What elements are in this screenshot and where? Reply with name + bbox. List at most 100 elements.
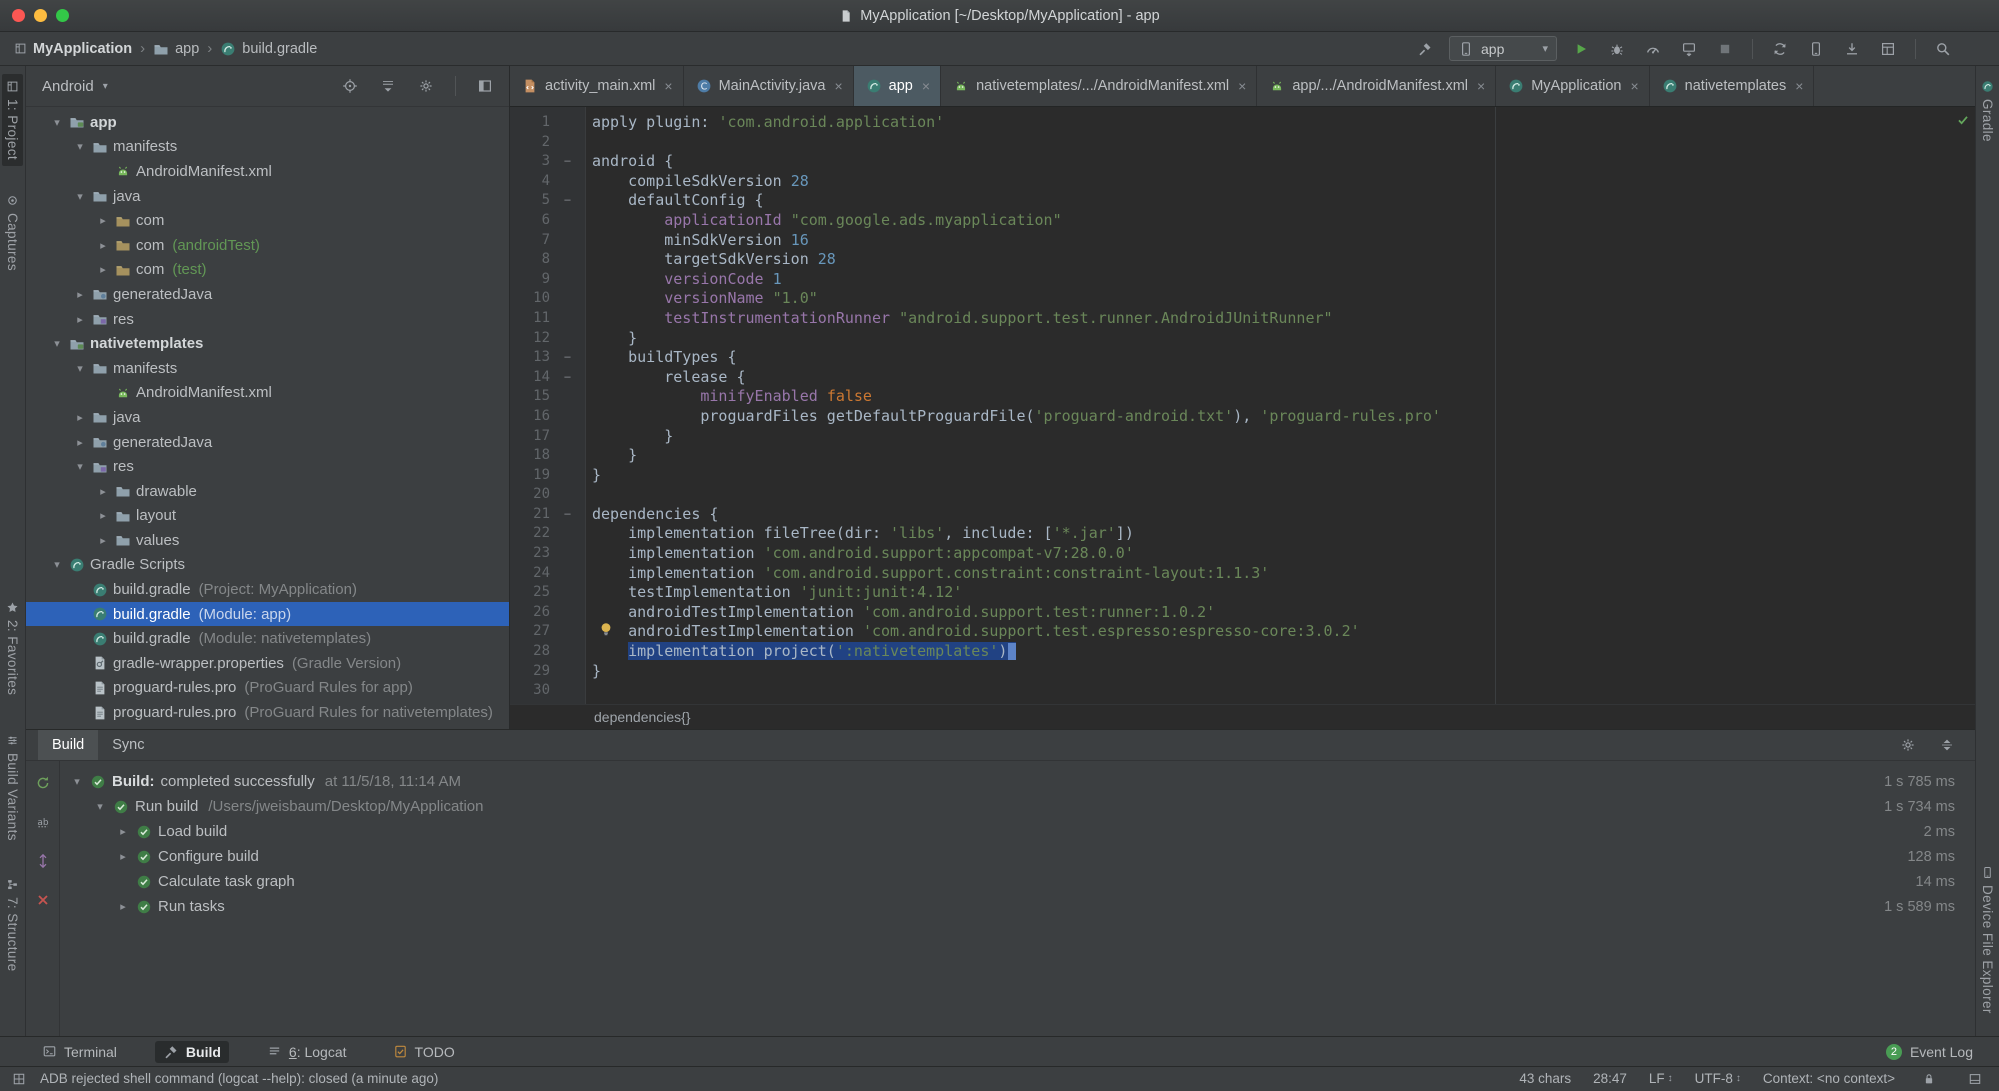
sdk-manager-button[interactable] xyxy=(1840,37,1864,61)
code-line[interactable]: dependencies { xyxy=(592,505,1975,525)
chevron-right-icon[interactable]: ▸ xyxy=(96,263,110,276)
profile-button[interactable] xyxy=(1641,37,1665,61)
editor-tab-app-androidmanifest-xml[interactable]: app/.../AndroidManifest.xml × xyxy=(1257,66,1497,106)
chevron-right-icon[interactable]: ▸ xyxy=(73,411,87,424)
tree-row-generatedjava[interactable]: ▸ generatedJava xyxy=(26,282,509,307)
read-lock-toggle[interactable] xyxy=(1917,1067,1941,1091)
editor-tab-nativetemplates-androidmanifest-xml[interactable]: nativetemplates/.../AndroidManifest.xml × xyxy=(941,66,1258,106)
build-tree-row[interactable]: ▾ Run build/Users/jweisbaum/Desktop/MyApp… xyxy=(60,794,1975,819)
build-tree-row[interactable]: ▸ Configure build 128 ms xyxy=(60,844,1975,869)
tree-row-java[interactable]: ▾ java xyxy=(26,184,509,209)
toolwindow-button-todo[interactable]: TODO xyxy=(385,1041,463,1063)
code-line[interactable]: proguardFiles getDefaultProguardFile('pr… xyxy=(592,407,1975,427)
code-line[interactable]: implementation 'com.android.support.cons… xyxy=(592,564,1975,584)
breadcrumb-item-myapplication[interactable]: MyApplication xyxy=(14,41,132,57)
chevron-down-icon[interactable]: ▾ xyxy=(73,190,87,203)
close-tab-icon[interactable]: × xyxy=(1477,78,1485,94)
code-line[interactable]: implementation fileTree(dir: 'libs', inc… xyxy=(592,524,1975,544)
status-item-lf[interactable]: LF ↕ xyxy=(1649,1071,1673,1086)
code-line[interactable]: implementation project(':nativetemplates… xyxy=(592,642,1975,662)
chevron-right-icon[interactable]: ▸ xyxy=(73,436,87,449)
chevron-down-icon[interactable]: ▾ xyxy=(50,337,64,350)
code-line[interactable]: } xyxy=(592,427,1975,447)
tree-row-values[interactable]: ▸ values xyxy=(26,528,509,553)
close-tab-icon[interactable]: × xyxy=(1630,78,1638,94)
tree-row-com-androidtest[interactable]: ▸ com (androidTest) xyxy=(26,233,509,258)
toolwindow-button-6-logcat[interactable]: 6: Logcat xyxy=(259,1041,355,1063)
code-line[interactable] xyxy=(592,133,1975,153)
breadcrumb-item-build-gradle[interactable]: build.gradle xyxy=(220,41,317,57)
chevron-down-icon[interactable]: ▾ xyxy=(50,116,64,129)
close-tab-icon[interactable]: × xyxy=(664,78,672,94)
collapse-all-button[interactable] xyxy=(1935,733,1959,757)
code-line[interactable] xyxy=(592,681,1975,701)
editor-tab-mainactivity-java[interactable]: C MainActivity.java × xyxy=(684,66,854,106)
code-line[interactable]: } xyxy=(592,329,1975,349)
build-tree-row[interactable]: Calculate task graph 14 ms xyxy=(60,869,1975,894)
chevron-down-icon[interactable]: ▾ xyxy=(50,558,64,571)
editor-tab-nativetemplates[interactable]: nativetemplates × xyxy=(1650,66,1815,106)
build-tree-row[interactable]: ▸ Run tasks 1 s 589 ms xyxy=(60,894,1975,919)
locate-file-button[interactable] xyxy=(338,74,362,98)
tree-row-com-test[interactable]: ▸ com (test) xyxy=(26,258,509,283)
tree-row-build-gradle-project-myapplication[interactable]: build.gradle (Project: MyApplication) xyxy=(26,577,509,602)
settings-button[interactable] xyxy=(1896,733,1920,757)
chevron-down-icon[interactable]: ▾ xyxy=(70,775,84,788)
layout-inspector-button[interactable] xyxy=(1876,37,1900,61)
editor-tab-app[interactable]: app × xyxy=(853,66,942,106)
tree-row-nativetemplates[interactable]: ▾ nativetemplates xyxy=(26,331,509,356)
tree-row-app[interactable]: ▾ app xyxy=(26,110,509,135)
toolwindow-button-1-project[interactable]: 1: Project xyxy=(2,74,23,167)
tree-row-gradle-wrapper-properties-gradle-version[interactable]: gradle-wrapper.properties (Gradle Version… xyxy=(26,651,509,676)
close-button[interactable] xyxy=(31,888,55,912)
tree-row-proguard-rules-pro-proguard-rules-for-app[interactable]: proguard-rules.pro (ProGuard Rules for ap… xyxy=(26,676,509,701)
breadcrumb-item-app[interactable]: app xyxy=(153,41,199,57)
chevron-right-icon[interactable]: ▸ xyxy=(96,239,110,252)
chevron-down-icon[interactable]: ▾ xyxy=(73,140,87,153)
close-tab-icon[interactable]: × xyxy=(1795,78,1803,94)
tree-row-res[interactable]: ▾ res xyxy=(26,454,509,479)
tree-row-manifests[interactable]: ▾ manifests xyxy=(26,135,509,160)
tree-row-build-gradle-module-nativetemplates[interactable]: build.gradle (Module: nativetemplates) xyxy=(26,626,509,651)
run-button[interactable] xyxy=(1569,37,1593,61)
toolwindow-button-7-structure[interactable]: 7: Structure xyxy=(2,872,23,978)
editor-tab-activity-main-xml[interactable]: activity_main.xml × xyxy=(510,66,684,106)
chevron-right-icon[interactable]: ▸ xyxy=(116,900,130,913)
toolwindow-button-build-variants[interactable]: Build Variants xyxy=(2,728,23,847)
hide-panel-button[interactable] xyxy=(473,74,497,98)
status-message[interactable]: ADB rejected shell command (logcat --hel… xyxy=(40,1071,438,1086)
chevron-right-icon[interactable]: ▸ xyxy=(73,313,87,326)
expand-all-button[interactable] xyxy=(31,849,55,873)
chevron-right-icon[interactable]: ▸ xyxy=(96,485,110,498)
chevron-right-icon[interactable]: ▸ xyxy=(96,534,110,547)
build-tree-row[interactable]: ▸ Load build 2 ms xyxy=(60,819,1975,844)
status-item-utf-8[interactable]: UTF-8 ↕ xyxy=(1695,1071,1741,1086)
code-line[interactable]: apply plugin: 'com.android.application' xyxy=(592,113,1975,133)
code-line[interactable]: minifyEnabled false xyxy=(592,387,1975,407)
toolwindow-button-captures[interactable]: Captures xyxy=(2,188,23,277)
attach-debugger-button[interactable] xyxy=(1677,37,1701,61)
code-line[interactable]: defaultConfig { xyxy=(592,191,1975,211)
tree-row-layout[interactable]: ▸ layout xyxy=(26,504,509,529)
editor-tab-myapplication[interactable]: MyApplication × xyxy=(1496,66,1650,106)
intention-bulb-slot[interactable] xyxy=(598,621,614,637)
toolwindow-button-build[interactable]: Build xyxy=(154,1040,229,1063)
close-tab-icon[interactable]: × xyxy=(1238,78,1246,94)
sync-project-button[interactable] xyxy=(1768,37,1792,61)
event-log-button[interactable]: 2 Event Log xyxy=(1885,1043,1973,1060)
code-line[interactable]: buildTypes { xyxy=(592,348,1975,368)
chevron-down-icon[interactable]: ▾ xyxy=(93,800,107,813)
collapse-tree-button[interactable] xyxy=(376,74,400,98)
inspection-status-slot[interactable] xyxy=(1956,113,1970,127)
code-line[interactable]: androidTestImplementation 'com.android.s… xyxy=(592,603,1975,623)
code-line[interactable]: implementation 'com.android.support:appc… xyxy=(592,544,1975,564)
tree-row-java[interactable]: ▸ java xyxy=(26,405,509,430)
code-line[interactable]: versionName "1.0" xyxy=(592,289,1975,309)
toolwindow-quick-access-icon[interactable] xyxy=(12,1072,26,1086)
tree-row-generatedjava[interactable]: ▸ generatedJava xyxy=(26,430,509,455)
code-line[interactable]: minSdkVersion 16 xyxy=(592,231,1975,251)
code-line[interactable]: } xyxy=(592,466,1975,486)
build-tab-build[interactable]: Build xyxy=(38,730,99,760)
code-line[interactable]: compileSdkVersion 28 xyxy=(592,172,1975,192)
code-line[interactable]: android { xyxy=(592,152,1975,172)
